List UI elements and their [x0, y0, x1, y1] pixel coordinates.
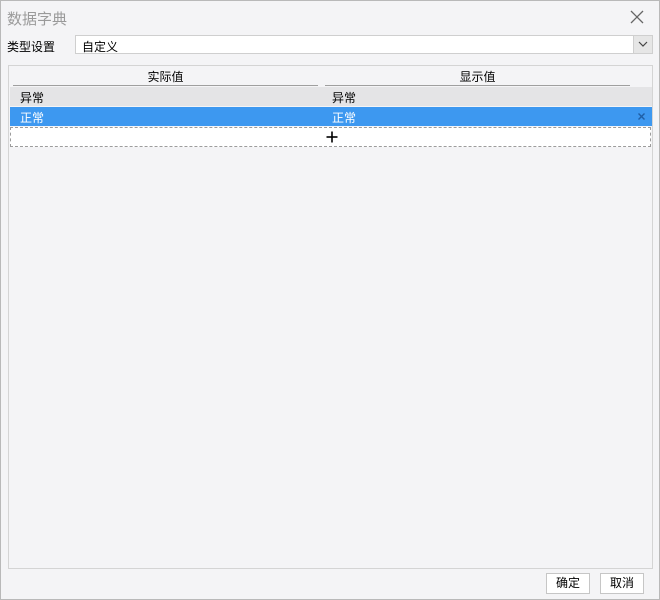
table-row-selected[interactable]: 正常 正常: [10, 107, 652, 126]
ok-button[interactable]: 确定: [546, 573, 590, 594]
add-row-button[interactable]: [10, 127, 651, 147]
column-header-actual-value: 实际值: [13, 68, 318, 86]
actual-value-cell[interactable]: 正常: [20, 109, 44, 126]
cancel-button[interactable]: 取消: [600, 573, 644, 594]
actual-value-cell[interactable]: 异常: [20, 89, 44, 106]
type-setting-dropdown-button[interactable]: [633, 36, 652, 53]
dictionary-table: 实际值 显示值 异常 异常 正常 正常: [8, 65, 653, 569]
x-icon: [638, 113, 645, 120]
chevron-down-icon: [638, 41, 648, 47]
type-setting-select[interactable]: 自定义: [75, 35, 653, 54]
close-icon: [630, 10, 644, 24]
close-button[interactable]: [625, 5, 649, 29]
display-value-cell[interactable]: 正常: [332, 109, 356, 126]
data-dictionary-dialog: 数据字典 类型设置 自定义 实际值 显示值 异常 异常 正常 正常 确定 取消: [0, 0, 660, 600]
dialog-title: 数据字典: [7, 10, 68, 28]
dialog-titlebar: 数据字典: [1, 1, 659, 33]
delete-row-button[interactable]: [637, 112, 646, 121]
plus-icon: [326, 131, 338, 143]
table-row[interactable]: 异常 异常: [10, 87, 652, 106]
column-header-display-value: 显示值: [325, 68, 630, 86]
type-setting-label: 类型设置: [7, 40, 56, 54]
display-value-cell[interactable]: 异常: [332, 89, 356, 106]
type-setting-value: 自定义: [82, 40, 119, 54]
